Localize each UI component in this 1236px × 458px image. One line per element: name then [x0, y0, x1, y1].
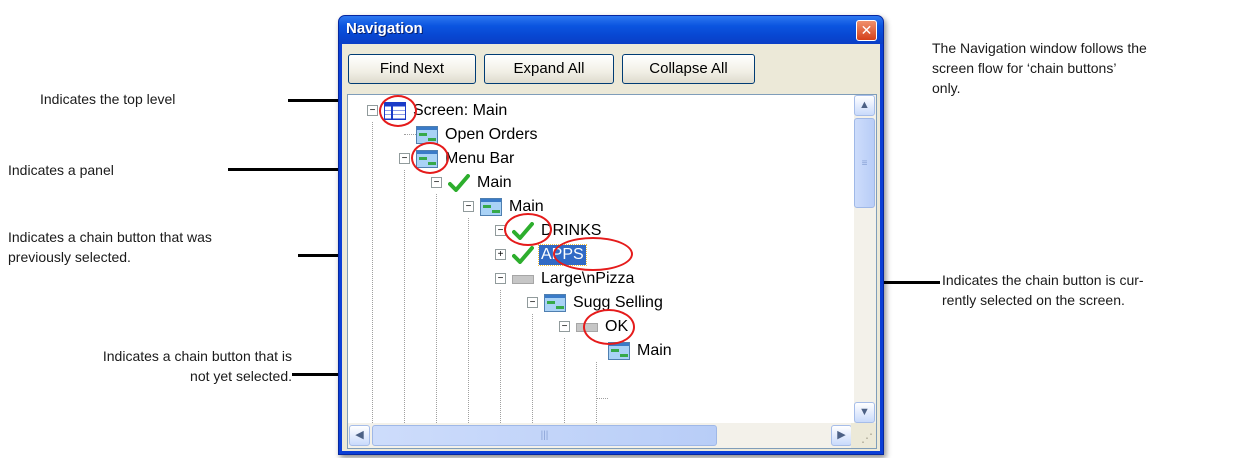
- scroll-right-button[interactable]: ▶: [831, 425, 852, 446]
- close-icon: ✕: [860, 22, 873, 38]
- callout-not-yet-selected: Indicates a chain button that is not yet…: [36, 346, 292, 386]
- collapse-all-button[interactable]: Collapse All: [622, 54, 755, 84]
- window-client-area: Find Next Expand All Collapse All − Scre…: [342, 44, 880, 451]
- callout-note-line1: The Navigation window follows the: [932, 40, 1147, 56]
- panel-icon: [544, 294, 566, 312]
- collapse-toggle[interactable]: −: [495, 273, 506, 284]
- scroll-up-button[interactable]: ▲: [854, 95, 875, 116]
- annotation-ring-top-level: [379, 95, 417, 127]
- vertical-scroll-thumb[interactable]: ≡: [854, 118, 875, 208]
- check-icon: [448, 174, 470, 192]
- callout-currently-selected-line2: rently selected on the screen.: [942, 292, 1125, 308]
- callout-previously-selected: Indicates a chain button that was previo…: [8, 227, 212, 267]
- tree-guide: [468, 218, 469, 423]
- tree-node-main-chain[interactable]: Main: [448, 171, 514, 195]
- tree-view[interactable]: − Screen: Main Open Orders − Menu Bar −: [348, 95, 853, 423]
- collapse-toggle[interactable]: −: [431, 177, 442, 188]
- tree-guide: [564, 338, 565, 423]
- callout-note-line2: screen flow for ‘chain buttons’: [932, 60, 1117, 76]
- tree-guide: [372, 122, 373, 423]
- window-title: Navigation: [346, 20, 423, 37]
- callout-top-level-text: Indicates the top level: [40, 91, 176, 107]
- callout-note: The Navigation window follows the screen…: [932, 38, 1147, 98]
- scroll-down-button[interactable]: ▼: [854, 402, 875, 423]
- tree-node-label: Main: [637, 342, 672, 359]
- callout-currently-selected-line1: Indicates the chain button is cur-: [942, 272, 1144, 288]
- tree-node-label: Menu Bar: [445, 150, 515, 167]
- tree-guide: [532, 314, 533, 423]
- gray-button-icon: [512, 274, 534, 284]
- callout-previously-selected-line1: Indicates a chain button that was: [8, 229, 212, 245]
- tree-guide: [596, 398, 608, 399]
- resize-grip-icon[interactable]: ⋰: [851, 423, 876, 448]
- tree-guide: [436, 194, 437, 423]
- horizontal-scrollbar[interactable]: ◀ ||| ▶: [348, 423, 853, 448]
- tree-guide: [404, 134, 416, 135]
- tree-node-label: Main: [477, 174, 512, 191]
- tree-guide: [596, 362, 597, 423]
- callout-currently-selected: Indicates the chain button is cur- rentl…: [942, 270, 1144, 310]
- close-button[interactable]: ✕: [856, 20, 877, 41]
- chevron-down-icon: ▼: [859, 406, 870, 418]
- collapse-toggle[interactable]: −: [559, 321, 570, 332]
- find-next-button[interactable]: Find Next: [348, 54, 476, 84]
- callout-not-yet-selected-line1: Indicates a chain button that is: [102, 348, 292, 364]
- tree-node-label: Large\nPizza: [541, 270, 635, 287]
- collapse-toggle[interactable]: −: [367, 105, 378, 116]
- chevron-up-icon: ▲: [859, 99, 870, 111]
- callout-panel: Indicates a panel: [8, 160, 114, 180]
- expand-toggle[interactable]: +: [495, 249, 506, 260]
- panel-icon: [480, 198, 502, 216]
- callout-not-yet-selected-line2: not yet selected.: [190, 368, 292, 384]
- scroll-left-button[interactable]: ◀: [349, 425, 370, 446]
- tree-node-label: Screen: Main: [413, 102, 508, 119]
- tree-guide: [404, 170, 405, 423]
- expand-all-button[interactable]: Expand All: [484, 54, 614, 84]
- navigation-window: Navigation ✕ Find Next Expand All Collap…: [338, 15, 884, 455]
- check-icon: [512, 246, 534, 264]
- callout-panel-text: Indicates a panel: [8, 162, 114, 178]
- chevron-left-icon: ◀: [355, 429, 364, 441]
- annotation-ring-not-yet-selected: [583, 309, 635, 345]
- vertical-scrollbar[interactable]: ▲ ≡ ▼: [854, 95, 876, 423]
- tree-pane: − Screen: Main Open Orders − Menu Bar −: [347, 94, 877, 449]
- callout-note-line3: only.: [932, 80, 961, 96]
- callout-previously-selected-line2: previously selected.: [8, 249, 131, 265]
- chevron-right-icon: ▶: [837, 429, 846, 441]
- annotation-ring-currently-selected: [553, 237, 633, 271]
- tree-node-large-pizza[interactable]: Large\nPizza: [512, 267, 636, 291]
- callout-top-level: Indicates the top level: [40, 89, 175, 109]
- collapse-toggle[interactable]: −: [399, 153, 410, 164]
- annotation-ring-previously-selected: [504, 213, 552, 246]
- collapse-toggle[interactable]: −: [463, 201, 474, 212]
- annotation-ring-panel: [411, 142, 449, 174]
- title-bar[interactable]: Navigation ✕: [339, 16, 883, 44]
- tree-node-label: Open Orders: [445, 126, 538, 143]
- collapse-toggle[interactable]: −: [527, 297, 538, 308]
- tree-guide: [500, 290, 501, 423]
- horizontal-scroll-thumb[interactable]: |||: [372, 425, 717, 446]
